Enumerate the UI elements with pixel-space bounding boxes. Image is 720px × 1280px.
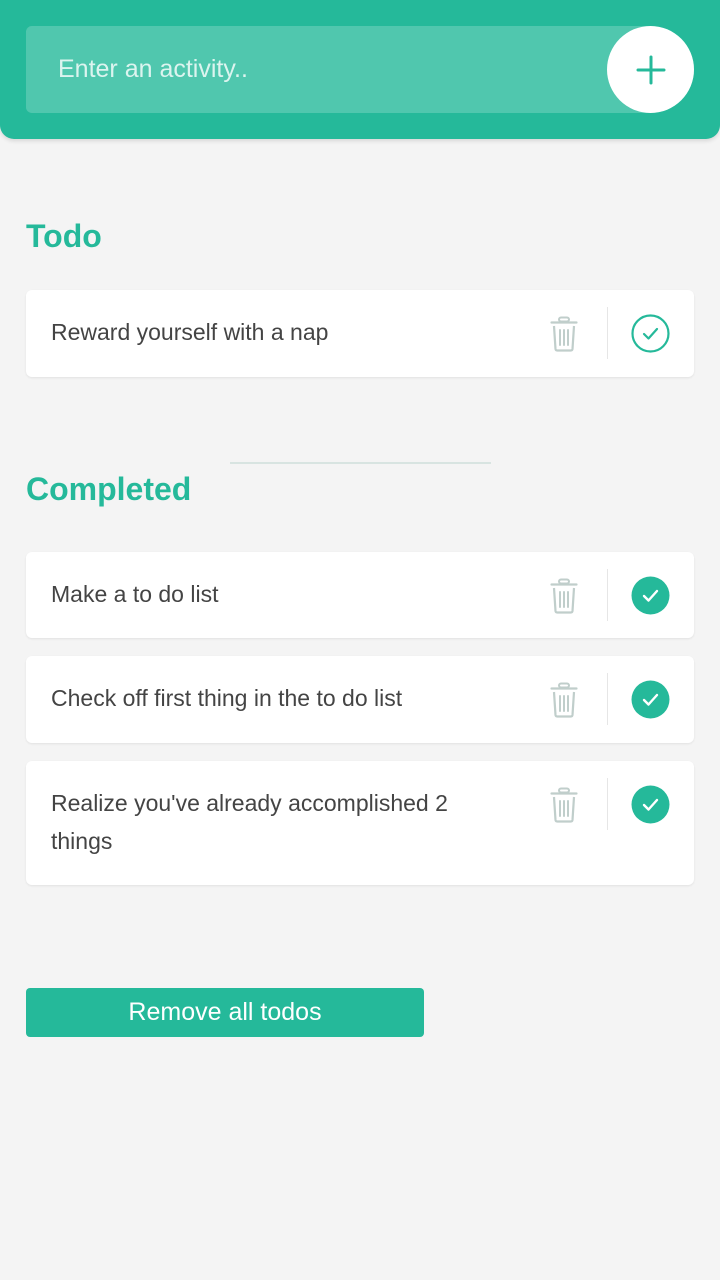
delete-button[interactable] (544, 784, 584, 826)
action-divider (607, 569, 608, 621)
uncomplete-button[interactable] (631, 680, 670, 719)
uncomplete-button[interactable] (631, 785, 670, 824)
completed-item: Check off first thing in the to do list (26, 656, 694, 743)
trash-icon (550, 787, 578, 823)
todo-item: Reward yourself with a nap (26, 290, 694, 377)
add-activity-button[interactable] (607, 26, 694, 113)
activity-input[interactable] (26, 26, 606, 113)
action-divider (607, 778, 608, 830)
delete-button[interactable] (544, 679, 584, 721)
completed-item: Make a to do list (26, 552, 694, 638)
complete-button[interactable] (631, 314, 670, 353)
todo-section-title: Todo (26, 218, 102, 254)
trash-icon (550, 578, 578, 614)
check-circle-icon (631, 314, 670, 353)
uncomplete-button[interactable] (631, 576, 670, 615)
trash-icon (550, 316, 578, 352)
completed-item-text: Check off first thing in the to do list (51, 685, 403, 711)
check-circle-filled-icon (631, 680, 670, 719)
add-activity-form (26, 26, 694, 113)
remove-all-todos-button[interactable]: Remove all todos (26, 988, 424, 1037)
delete-button[interactable] (544, 575, 584, 617)
check-circle-filled-icon (631, 785, 670, 824)
todo-item-text: Reward yourself with a nap (51, 319, 329, 345)
completed-item: Realize you've already accomplished 2 th… (26, 761, 694, 885)
check-circle-filled-icon (631, 576, 670, 615)
trash-icon (550, 682, 578, 718)
completed-section-title: Completed (26, 471, 192, 507)
delete-button[interactable] (544, 313, 584, 355)
completed-item-text: Realize you've already accomplished 2 th… (51, 790, 448, 854)
header-bar (0, 0, 720, 139)
section-divider (230, 462, 491, 464)
action-divider (607, 673, 608, 725)
action-divider (607, 307, 608, 359)
plus-icon (636, 55, 665, 84)
completed-item-text: Make a to do list (51, 581, 219, 607)
